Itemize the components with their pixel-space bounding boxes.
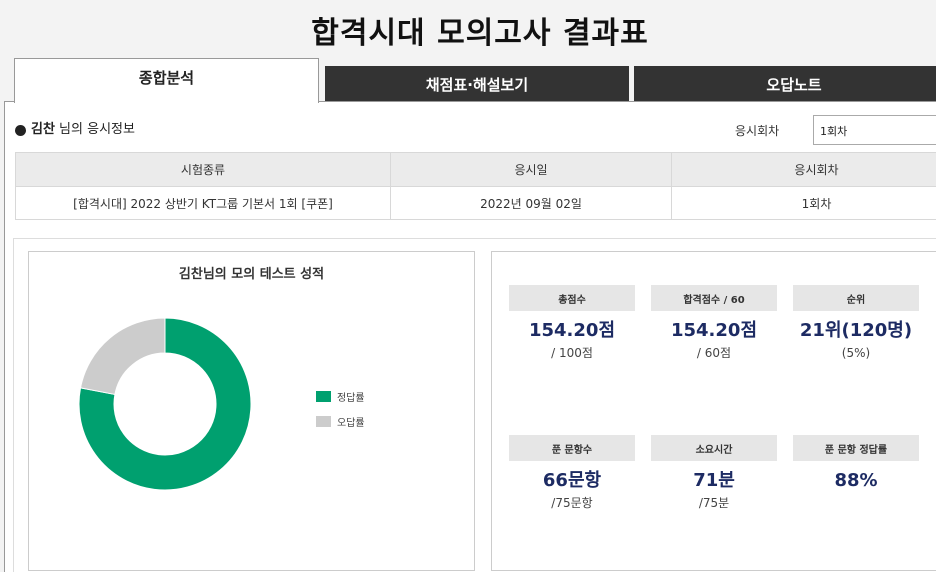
stat-total-score: 총점수 154.20점 / 100점	[509, 285, 635, 361]
chart-title: 김찬님의 모의 테스트 성적	[178, 267, 325, 282]
legend-item-correct: 정답률	[316, 390, 365, 404]
table-header: 시험종류	[15, 152, 391, 187]
tab-grading[interactable]: 채점표·해설보기	[325, 66, 629, 102]
exam-info-header: 김찬 님의 응시정보 응시회차 1회차	[13, 115, 936, 145]
table-row: [합격시대] 2022 상반기 KT그룹 기본서 1회 [쿠폰] 2022년 0…	[15, 186, 936, 220]
stat-accuracy: 푼 문항 정답률 88%	[793, 435, 919, 495]
donut-slice-wrong	[79, 318, 166, 396]
summary-panel: 김찬 님의 응시정보 응시회차 1회차 시험종류 응시일 응시회차 [합격시대]…	[4, 101, 936, 572]
chart-legend: 정답률 오답률	[316, 390, 365, 440]
round-select[interactable]: 1회차	[813, 115, 936, 145]
stat-sub: /75분	[698, 496, 730, 510]
stat-label: 소요시간	[651, 435, 777, 461]
legend-label: 오답률	[337, 418, 365, 429]
bullet-icon	[15, 125, 26, 136]
legend-label: 정답률	[337, 393, 365, 404]
exam-date-cell: 2022년 09월 02일	[390, 186, 672, 220]
user-name: 김찬	[31, 122, 55, 137]
legend-swatch-correct	[316, 391, 331, 402]
stat-pass-score: 합격점수 / 60 154.20점 / 60점	[651, 285, 777, 361]
stat-label: 총점수	[509, 285, 635, 311]
exam-type-cell: [합격시대] 2022 상반기 KT그룹 기본서 1회 [쿠폰]	[15, 186, 391, 220]
stat-label: 푼 문항 정답률	[793, 435, 919, 461]
legend-swatch-wrong	[316, 416, 331, 427]
table-header: 응시일	[390, 152, 672, 187]
stat-value: 154.20점	[528, 320, 616, 341]
stat-sub: /75문항	[551, 496, 593, 510]
tab-wrong-notes[interactable]: 오답노트	[634, 66, 936, 102]
stat-sub: (5%)	[841, 346, 871, 360]
table-header: 응시회차	[671, 152, 936, 187]
exam-info-table: 시험종류 응시일 응시회차 [합격시대] 2022 상반기 KT그룹 기본서 1…	[15, 152, 936, 220]
score-chart-box: 김찬님의 모의 테스트 성적 정답률 오답률	[28, 251, 475, 571]
score-summary-box: 총점수 154.20점 / 100점 합격점수 / 60 154.20점 / 6…	[491, 251, 936, 571]
legend-item-wrong: 오답률	[316, 415, 365, 429]
stat-solved-count: 푼 문항수 66문항 /75문항	[509, 435, 635, 511]
stats-section: 김찬님의 모의 테스트 성적 정답률 오답률 총점수 154.20점 / 100…	[13, 238, 936, 572]
table-header-row: 시험종류 응시일 응시회차	[15, 152, 936, 187]
stat-value: 154.20점	[670, 320, 758, 341]
stat-sub: / 60점	[696, 346, 732, 360]
round-select-label: 응시회차	[735, 124, 780, 138]
stat-value: 88%	[834, 470, 878, 491]
tab-summary[interactable]: 종합분석	[14, 58, 319, 103]
stat-label: 합격점수 / 60	[651, 285, 777, 311]
stat-value: 21위(120명)	[799, 320, 913, 341]
tab-bar: 종합분석 채점표·해설보기 오답노트	[14, 58, 936, 103]
donut-chart	[79, 318, 251, 490]
stat-value: 66문항	[542, 470, 602, 491]
stat-label: 순위	[793, 285, 919, 311]
exam-info-title: 김찬 님의 응시정보	[31, 120, 135, 140]
stat-sub: / 100점	[551, 346, 593, 360]
exam-info-title-suffix: 님의 응시정보	[54, 122, 135, 137]
stat-rank: 순위 21위(120명) (5%)	[793, 285, 919, 361]
exam-round-cell: 1회차	[671, 186, 936, 220]
stat-value: 71분	[693, 470, 735, 491]
stat-label: 푼 문항수	[509, 435, 635, 461]
page-title: 합격시대 모의고사 결과표	[311, 16, 649, 51]
stat-time-spent: 소요시간 71분 /75분	[651, 435, 777, 511]
